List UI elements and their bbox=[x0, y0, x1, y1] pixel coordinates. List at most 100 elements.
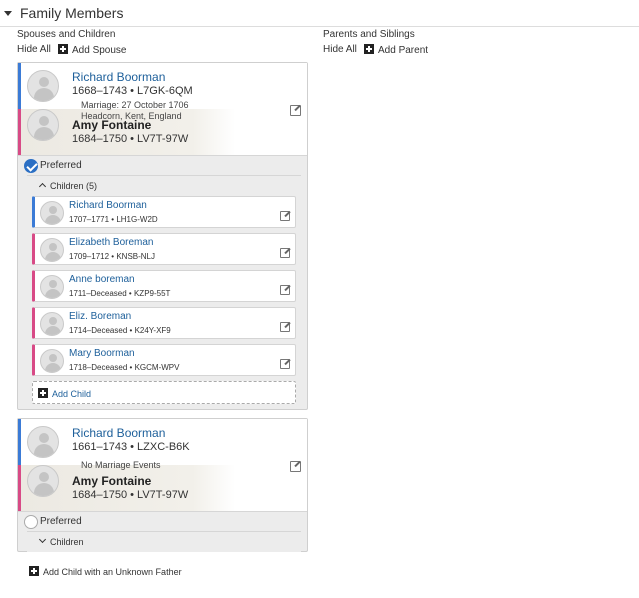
add-parent-label: Add Parent bbox=[378, 45, 429, 56]
avatar-icon bbox=[40, 275, 64, 299]
husband-lifespan: 1668–1743 bbox=[72, 85, 128, 97]
child-name[interactable]: Richard Boorman bbox=[69, 200, 147, 211]
husband-meta: 1661–1743 • LZXC-B6K bbox=[72, 441, 190, 453]
marriage-info: No Marriage Events bbox=[81, 460, 161, 471]
divider bbox=[0, 26, 639, 27]
child-card[interactable]: Mary Boorman 1718–Deceased • KGCM-WPV bbox=[32, 344, 296, 376]
wife-row[interactable]: Amy Fontaine 1684–1750 • LV7T-97W bbox=[18, 465, 307, 511]
child-card[interactable]: Elizabeth Boreman 1709–1712 • KNSB-NLJ bbox=[32, 233, 296, 265]
edit-icon[interactable] bbox=[290, 105, 301, 116]
preferred-radio-unchecked[interactable] bbox=[24, 515, 38, 529]
edit-icon[interactable] bbox=[290, 461, 301, 472]
hide-all-parents-link[interactable]: Hide All bbox=[323, 44, 357, 55]
child-name[interactable]: Anne boreman bbox=[69, 274, 135, 285]
preferred-label: Preferred bbox=[40, 516, 82, 527]
preferred-radio-checked[interactable] bbox=[24, 159, 38, 173]
wife-pid: LV7T-97W bbox=[137, 133, 189, 145]
child-meta: 1711–Deceased • KZP9-55T bbox=[69, 289, 170, 298]
add-child-button[interactable]: Add Child bbox=[32, 381, 296, 404]
child-lifespan: 1707–1771 bbox=[69, 215, 110, 224]
wife-lifespan: 1684–1750 bbox=[72, 133, 128, 145]
wife-lifespan: 1684–1750 bbox=[72, 489, 128, 501]
husband-lifespan: 1661–1743 bbox=[72, 441, 128, 453]
add-child-unknown-father-label: Add Child with an Unknown Father bbox=[43, 567, 182, 577]
child-card[interactable]: Anne boreman 1711–Deceased • KZP9-55T bbox=[32, 270, 296, 302]
separator-dot: • bbox=[129, 326, 133, 335]
marriage-date: Marriage: 27 October 1706 bbox=[81, 100, 189, 110]
wife-name[interactable]: Amy Fontaine bbox=[72, 474, 151, 488]
child-meta: 1714–Deceased • K24Y-XF9 bbox=[69, 326, 171, 335]
caret-down-icon bbox=[4, 10, 12, 16]
avatar-icon bbox=[40, 201, 64, 225]
child-card[interactable]: Richard Boorman 1707–1771 • LH1G-W2D bbox=[32, 196, 296, 228]
child-name[interactable]: Eliz. Boreman bbox=[69, 311, 131, 322]
separator-dot: • bbox=[130, 489, 134, 501]
hide-all-spouses-link[interactable]: Hide All bbox=[17, 44, 51, 55]
separator-dot: • bbox=[111, 252, 115, 261]
chevron-down-icon bbox=[38, 535, 47, 544]
couple-block[interactable]: Richard Boorman 1668–1743 • L7GK-6QM Mar… bbox=[18, 63, 307, 155]
edit-icon[interactable] bbox=[280, 285, 290, 295]
edit-icon[interactable] bbox=[280, 211, 290, 221]
spouses-children-heading: Spouses and Children bbox=[17, 29, 116, 40]
avatar-icon bbox=[27, 426, 59, 458]
wife-pid: LV7T-97W bbox=[137, 489, 189, 501]
preferred-row[interactable]: Preferred bbox=[18, 511, 307, 531]
no-marriage-events: No Marriage Events bbox=[81, 460, 161, 470]
avatar-icon bbox=[40, 238, 64, 262]
couple-block[interactable]: Richard Boorman 1661–1743 • LZXC-B6K No … bbox=[18, 419, 307, 511]
child-meta: 1707–1771 • LH1G-W2D bbox=[69, 215, 158, 224]
children-toggle[interactable]: Children bbox=[27, 532, 301, 552]
children-section: Children bbox=[27, 531, 301, 552]
children-label: Children bbox=[50, 537, 84, 547]
add-child-unknown-father-button[interactable]: Add Child with an Unknown Father bbox=[29, 566, 182, 577]
plus-icon bbox=[29, 566, 39, 576]
marriage-info: Marriage: 27 October 1706 Headcorn, Kent… bbox=[81, 100, 189, 122]
avatar-icon bbox=[27, 109, 59, 141]
family-card: Richard Boorman 1661–1743 • LZXC-B6K No … bbox=[17, 418, 308, 552]
plus-icon bbox=[58, 44, 68, 54]
children-toggle[interactable]: Children (5) bbox=[27, 176, 301, 196]
add-child-label: Add Child bbox=[52, 389, 92, 399]
edit-icon[interactable] bbox=[280, 248, 290, 258]
husband-name[interactable]: Richard Boorman bbox=[72, 70, 165, 84]
marriage-place: Headcorn, Kent, England bbox=[81, 111, 182, 121]
child-meta: 1718–Deceased • KGCM-WPV bbox=[69, 363, 179, 372]
family-members-header[interactable]: Family Members bbox=[4, 5, 123, 21]
preferred-row[interactable]: Preferred bbox=[18, 155, 307, 175]
child-pid: LH1G-W2D bbox=[116, 215, 158, 224]
chevron-up-icon bbox=[38, 182, 47, 191]
separator-dot: • bbox=[130, 441, 134, 453]
separator-dot: • bbox=[129, 363, 133, 372]
wife-meta: 1684–1750 • LV7T-97W bbox=[72, 133, 188, 145]
children-count-label: Children (5) bbox=[50, 181, 98, 191]
children-section: Children (5) Richard Boorman 1707–1771 •… bbox=[27, 175, 301, 404]
add-parent-button[interactable]: Add Parent bbox=[364, 44, 428, 56]
husband-name[interactable]: Richard Boorman bbox=[72, 426, 165, 440]
child-pid: K24Y-XF9 bbox=[134, 326, 171, 335]
wife-meta: 1684–1750 • LV7T-97W bbox=[72, 489, 188, 501]
separator-dot: • bbox=[130, 133, 134, 145]
husband-meta: 1668–1743 • L7GK-6QM bbox=[72, 85, 193, 97]
child-pid: KGCM-WPV bbox=[134, 363, 180, 372]
child-name[interactable]: Mary Boorman bbox=[69, 348, 135, 359]
section-title: Family Members bbox=[20, 5, 124, 21]
child-pid: KNSB-NLJ bbox=[116, 252, 156, 261]
add-spouse-label: Add Spouse bbox=[72, 45, 127, 56]
husband-pid: LZXC-B6K bbox=[137, 441, 190, 453]
avatar-icon bbox=[27, 70, 59, 102]
child-lifespan: 1711–Deceased bbox=[69, 289, 127, 298]
edit-icon[interactable] bbox=[280, 322, 290, 332]
child-pid: KZP9-55T bbox=[133, 289, 171, 298]
plus-icon bbox=[38, 388, 48, 398]
avatar-icon bbox=[40, 349, 64, 373]
husband-row[interactable]: Richard Boorman 1661–1743 • LZXC-B6K bbox=[18, 419, 307, 465]
avatar-icon bbox=[27, 465, 59, 497]
plus-icon bbox=[364, 44, 374, 54]
child-lifespan: 1718–Deceased bbox=[69, 363, 128, 372]
edit-icon[interactable] bbox=[280, 359, 290, 369]
family-card: Richard Boorman 1668–1743 • L7GK-6QM Mar… bbox=[17, 62, 308, 410]
child-name[interactable]: Elizabeth Boreman bbox=[69, 237, 154, 248]
add-spouse-button[interactable]: Add Spouse bbox=[58, 44, 127, 56]
child-card[interactable]: Eliz. Boreman 1714–Deceased • K24Y-XF9 bbox=[32, 307, 296, 339]
